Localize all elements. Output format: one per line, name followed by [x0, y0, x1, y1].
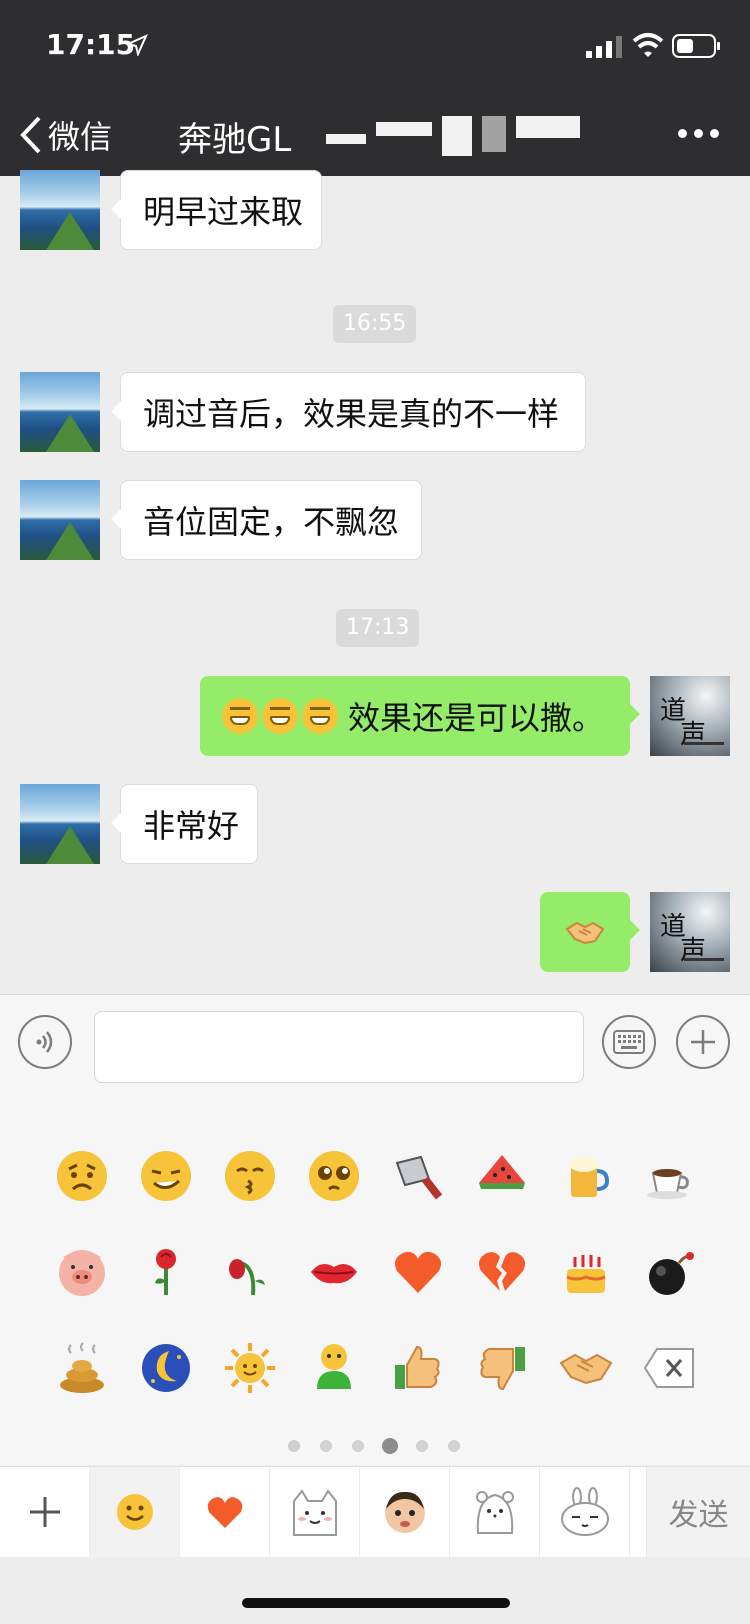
- smiley-tab-icon: [116, 1494, 153, 1530]
- page-dot-active[interactable]: [382, 1438, 398, 1454]
- outgoing-message[interactable]: 效果还是可以撒。: [200, 676, 640, 756]
- handshake-icon: [565, 921, 605, 945]
- home-indicator[interactable]: [242, 1598, 510, 1608]
- heart-icon[interactable]: [386, 1240, 450, 1304]
- incoming-message[interactable]: 非常好: [111, 784, 258, 864]
- poop-icon[interactable]: [50, 1336, 114, 1400]
- page-dot[interactable]: [448, 1440, 460, 1452]
- lips-icon[interactable]: [302, 1240, 366, 1304]
- moon-icon[interactable]: [134, 1336, 198, 1400]
- my-avatar[interactable]: 道声: [650, 892, 730, 972]
- contact-avatar[interactable]: [20, 170, 100, 250]
- back-button[interactable]: 微信: [20, 110, 112, 160]
- battery-icon: [672, 34, 720, 58]
- pig-face-icon[interactable]: [50, 1240, 114, 1304]
- page-dot-recent[interactable]: [288, 1440, 300, 1452]
- contact-avatar[interactable]: [20, 372, 100, 452]
- voice-wave-icon: [36, 1031, 53, 1053]
- send-button[interactable]: 发送: [646, 1467, 750, 1557]
- navigation-header: 17:15 微信 奔驰GL: [0, 0, 750, 176]
- location-arrow-icon: [126, 34, 148, 56]
- bomb-icon[interactable]: [638, 1240, 702, 1304]
- thumbs-up-icon[interactable]: [386, 1336, 450, 1400]
- hug-figure-icon[interactable]: [302, 1336, 366, 1400]
- redacted-title-mosaic: [326, 116, 590, 156]
- cat-sticker-icon: [292, 1489, 337, 1536]
- timestamp: 17:13: [336, 609, 420, 647]
- grin-emoji-icon: [302, 698, 338, 734]
- back-label: 微信: [48, 118, 113, 156]
- incoming-message[interactable]: 明早过来取: [111, 170, 322, 250]
- emoji-tab[interactable]: [90, 1467, 180, 1557]
- sticker-tab-bar: 发送: [0, 1466, 750, 1557]
- sun-icon[interactable]: [218, 1336, 282, 1400]
- child-sticker-icon: [384, 1491, 425, 1533]
- voice-input-button[interactable]: [18, 1015, 72, 1069]
- broken-heart-icon[interactable]: [470, 1240, 534, 1304]
- chevron-left-icon: [20, 116, 41, 154]
- rabbit-sticker-icon: [560, 1487, 609, 1536]
- incoming-message[interactable]: 音位固定，不飘忽: [111, 480, 422, 560]
- more-functions-button[interactable]: [676, 1015, 730, 1069]
- add-sticker-tab[interactable]: [0, 1467, 90, 1557]
- page-dot[interactable]: [352, 1440, 364, 1452]
- outgoing-emoji-message[interactable]: [540, 892, 640, 972]
- teary-eyes-face-icon[interactable]: [302, 1144, 366, 1208]
- my-avatar[interactable]: 道声: [650, 676, 730, 756]
- delete-key-icon[interactable]: [638, 1336, 702, 1400]
- add-sticker-icon: [29, 1497, 60, 1527]
- bear-sticker-tab[interactable]: [450, 1467, 540, 1557]
- rabbit-sticker-tab[interactable]: [540, 1467, 630, 1557]
- sad-face-icon[interactable]: [50, 1144, 114, 1208]
- coffee-cup-icon[interactable]: [638, 1144, 702, 1208]
- handshake-icon[interactable]: [554, 1336, 618, 1400]
- grin-emoji-icon: [222, 698, 258, 734]
- cellular-signal-icon: [586, 36, 622, 58]
- favorites-tab[interactable]: [180, 1467, 270, 1557]
- contact-avatar[interactable]: [20, 784, 100, 864]
- timestamp: 16:55: [333, 305, 417, 343]
- status-time: 17:15: [46, 28, 136, 61]
- child-sticker-tab[interactable]: [360, 1467, 450, 1557]
- contact-avatar[interactable]: [20, 480, 100, 560]
- beer-mug-icon[interactable]: [554, 1144, 618, 1208]
- plus-icon: [691, 1030, 715, 1054]
- keyboard-icon: [613, 1030, 645, 1054]
- watermelon-icon[interactable]: [470, 1144, 534, 1208]
- kiss-face-icon[interactable]: [218, 1144, 282, 1208]
- thumbs-down-icon[interactable]: [470, 1336, 534, 1400]
- cat-sticker-tab[interactable]: [270, 1467, 360, 1557]
- wifi-icon: [632, 33, 664, 57]
- bear-sticker-icon: [475, 1491, 514, 1534]
- chat-title: 奔驰GL: [178, 120, 292, 160]
- rose-icon[interactable]: [134, 1240, 198, 1304]
- message-text-input[interactable]: [94, 1011, 584, 1083]
- page-dot[interactable]: [416, 1440, 428, 1452]
- wilted-rose-icon[interactable]: [218, 1240, 282, 1304]
- birthday-cake-icon[interactable]: [554, 1240, 618, 1304]
- incoming-message[interactable]: 调过音后，效果是真的不一样: [111, 372, 586, 452]
- input-toolbar: [0, 994, 750, 1096]
- keyboard-toggle-button[interactable]: [602, 1015, 656, 1069]
- heart-tab-icon: [207, 1497, 242, 1528]
- more-options-button[interactable]: [678, 118, 724, 148]
- smirk-face-icon[interactable]: [134, 1144, 198, 1208]
- grin-emoji-icon: [262, 698, 298, 734]
- cleaver-knife-icon[interactable]: [386, 1144, 450, 1208]
- outgoing-message-text: 效果还是可以撒。: [348, 699, 605, 737]
- page-dot[interactable]: [320, 1440, 332, 1452]
